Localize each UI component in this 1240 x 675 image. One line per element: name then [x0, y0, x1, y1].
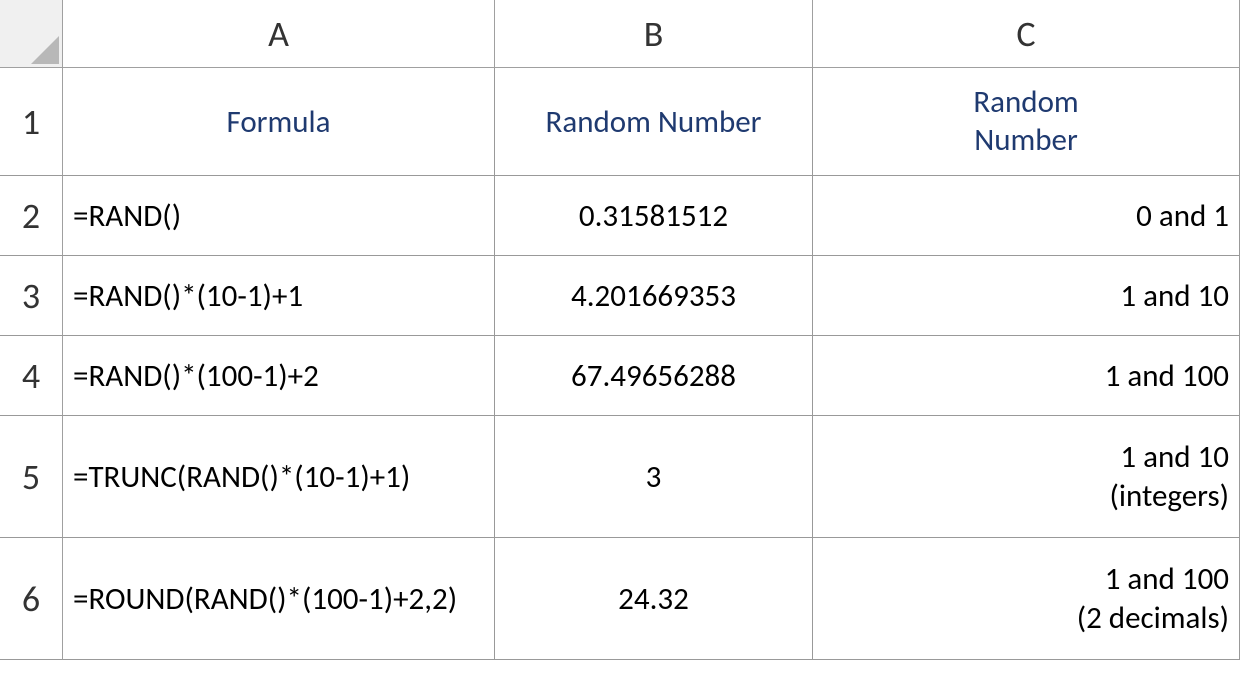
cell-A5[interactable]: =TRUNC(RAND()*(10-1)+1): [63, 416, 495, 538]
row-header-2[interactable]: 2: [0, 176, 63, 256]
cell-B6[interactable]: 24.32: [495, 538, 813, 660]
cell-C4[interactable]: 1 and 100: [813, 336, 1240, 416]
row-header-6[interactable]: 6: [0, 538, 63, 660]
row-header-3[interactable]: 3: [0, 256, 63, 336]
cell-B2[interactable]: 0.31581512: [495, 176, 813, 256]
cell-A4[interactable]: =RAND()*(100-1)+2: [63, 336, 495, 416]
cell-A1[interactable]: Formula: [63, 68, 495, 176]
cell-C1-line1: Random: [973, 84, 1078, 121]
cell-B5[interactable]: 3: [495, 416, 813, 538]
column-header-B[interactable]: B: [495, 0, 813, 68]
column-header-A[interactable]: A: [63, 0, 495, 68]
cell-C6-line2: (2 decimals): [1077, 599, 1229, 638]
cell-C6-line1: 1 and 100: [1105, 560, 1229, 599]
cell-A6[interactable]: =ROUND(RAND()*(100-1)+2,2): [63, 538, 495, 660]
cell-C5-line2: (integers): [1109, 477, 1229, 516]
cell-C1-line2: Number: [974, 122, 1078, 159]
cell-A2[interactable]: =RAND(): [63, 176, 495, 256]
cell-A3[interactable]: =RAND()*(10-1)+1: [63, 256, 495, 336]
cell-C5[interactable]: 1 and 10 (integers): [813, 416, 1240, 538]
column-header-C[interactable]: C: [813, 0, 1240, 68]
cell-B3[interactable]: 4.201669353: [495, 256, 813, 336]
cell-C5-line1: 1 and 10: [1120, 438, 1229, 477]
cell-C6[interactable]: 1 and 100 (2 decimals): [813, 538, 1240, 660]
cell-B4[interactable]: 67.49656288: [495, 336, 813, 416]
cell-B1[interactable]: Random Number: [495, 68, 813, 176]
row-header-5[interactable]: 5: [0, 416, 63, 538]
row-header-1[interactable]: 1: [0, 68, 63, 176]
cell-C2[interactable]: 0 and 1: [813, 176, 1240, 256]
row-header-4[interactable]: 4: [0, 336, 63, 416]
cell-C3[interactable]: 1 and 10: [813, 256, 1240, 336]
select-all-corner[interactable]: [0, 0, 63, 68]
spreadsheet-grid: A B C 1 Formula Random Number Random Num…: [0, 0, 1240, 660]
select-all-triangle-icon: [31, 36, 59, 64]
cell-C1[interactable]: Random Number: [813, 68, 1240, 176]
